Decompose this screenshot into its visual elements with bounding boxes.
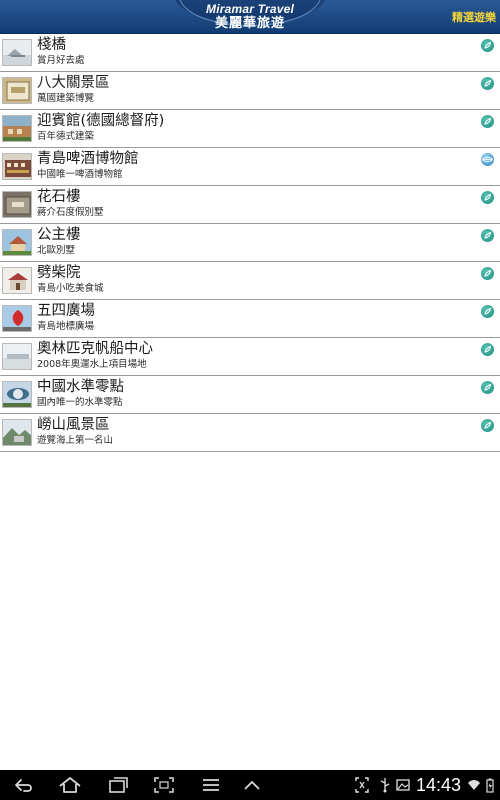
attraction-thumbnail [2, 343, 32, 370]
attraction-title: 五四廣場 [37, 303, 95, 319]
map-pin-icon[interactable] [481, 305, 494, 318]
attraction-title: 棧橋 [37, 37, 66, 53]
attraction-thumbnail [2, 77, 32, 104]
map-pin-icon[interactable] [481, 115, 494, 128]
globe-icon[interactable] [481, 153, 494, 166]
chevron-up-icon[interactable] [240, 775, 264, 795]
attraction-subtitle: 2008年奧運水上項目場地 [37, 359, 147, 370]
system-navigation-bar: 14:43 [0, 770, 500, 800]
list-item[interactable]: 劈柴院 青島小吃美食城 [0, 262, 500, 300]
attraction-thumbnail [2, 39, 32, 66]
app-logo: Miramar Travel 美麗華旅遊 [188, 0, 312, 34]
attraction-thumbnail [2, 191, 32, 218]
list-item[interactable]: 奧林匹克帆船中心 2008年奧運水上項目場地 [0, 338, 500, 376]
attraction-subtitle: 蔣介石度假別墅 [37, 207, 104, 218]
list-item[interactable]: 棧橋 賞月好去處 [0, 34, 500, 72]
attraction-title: 中國水準零點 [37, 379, 124, 395]
list-item[interactable]: 迎賓館(德國總督府) 百年德式建築 [0, 110, 500, 148]
back-icon[interactable] [12, 775, 36, 795]
wifi-icon [467, 777, 481, 793]
status-clock: 14:43 [416, 775, 462, 795]
map-pin-icon[interactable] [481, 381, 494, 394]
map-pin-icon[interactable] [481, 343, 494, 356]
attraction-title: 劈柴院 [37, 265, 81, 281]
attraction-thumbnail [2, 229, 32, 256]
attraction-thumbnail [2, 305, 32, 332]
map-pin-icon[interactable] [481, 191, 494, 204]
recent-apps-icon[interactable] [106, 775, 130, 795]
attraction-title: 奧林匹克帆船中心 [37, 341, 153, 357]
list-item[interactable]: 嶗山風景區 遊覽海上第一名山 [0, 414, 500, 452]
attraction-title: 花石樓 [37, 189, 81, 205]
screen-capture-status-icon [355, 777, 369, 793]
list-item[interactable]: 五四廣場 青島地標廣場 [0, 300, 500, 338]
attraction-subtitle: 青島地標廣場 [37, 321, 95, 332]
map-pin-icon[interactable] [481, 229, 494, 242]
list-item[interactable]: 花石樓 蔣介石度假別墅 [0, 186, 500, 224]
map-pin-icon[interactable] [481, 267, 494, 280]
attraction-subtitle: 賞月好去處 [37, 55, 85, 66]
menu-icon[interactable] [199, 775, 223, 795]
attraction-subtitle: 萬國建築博覽 [37, 93, 95, 104]
attraction-title: 公主樓 [37, 227, 81, 243]
attraction-subtitle: 中國唯一啤酒博物館 [37, 169, 123, 180]
list-item[interactable]: 青島啤酒博物館 中國唯一啤酒博物館 [0, 148, 500, 186]
attraction-thumbnail [2, 419, 32, 446]
attraction-thumbnail [2, 153, 32, 180]
battery-icon [483, 777, 497, 793]
attraction-thumbnail [2, 381, 32, 408]
map-pin-icon[interactable] [481, 39, 494, 52]
map-pin-icon[interactable] [481, 77, 494, 90]
attraction-subtitle: 北歐別墅 [37, 245, 76, 256]
image-notification-icon [396, 777, 410, 793]
attraction-list: 棧橋 賞月好去處 八大關景區 萬國建築博覽 迎賓館(德國總督府) 百年德式建築 … [0, 34, 500, 452]
attraction-thumbnail [2, 267, 32, 294]
usb-icon [378, 777, 392, 793]
home-icon[interactable] [58, 775, 82, 795]
screenshot-icon[interactable] [152, 775, 176, 795]
attraction-thumbnail [2, 115, 32, 142]
list-item[interactable]: 八大關景區 萬國建築博覽 [0, 72, 500, 110]
attraction-title: 青島啤酒博物館 [37, 151, 139, 167]
attraction-title: 迎賓館(德國總督府) [37, 113, 165, 129]
attraction-subtitle: 青島小吃美食城 [37, 283, 104, 294]
attraction-subtitle: 遊覽海上第一名山 [37, 435, 114, 446]
featured-attractions-link[interactable]: 精選遊樂 [452, 9, 500, 25]
app-header: Miramar Travel 美麗華旅遊 精選遊樂 [0, 0, 500, 34]
map-pin-icon[interactable] [481, 419, 494, 432]
list-item[interactable]: 公主樓 北歐別墅 [0, 224, 500, 262]
list-item[interactable]: 中國水準零點 國內唯一的水準零點 [0, 376, 500, 414]
attraction-subtitle: 百年德式建築 [37, 131, 95, 142]
attraction-subtitle: 國內唯一的水準零點 [37, 397, 123, 408]
attraction-title: 八大關景區 [37, 75, 110, 91]
attraction-title: 嶗山風景區 [37, 417, 110, 433]
logo-english: Miramar Travel [206, 2, 294, 16]
logo-chinese: 美麗華旅遊 [214, 16, 285, 31]
